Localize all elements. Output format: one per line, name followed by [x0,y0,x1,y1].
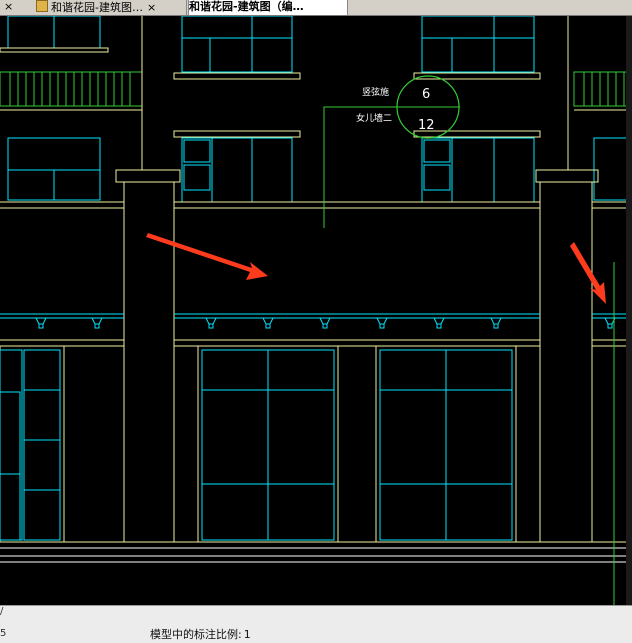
status-bar [0,605,632,643]
close-icon[interactable]: × [4,0,13,13]
balcony-railing-left [0,71,143,107]
document-tab-bar: × 和谐花园-建筑图… × 和谐花园-建筑图（编… [0,0,632,16]
tab-label: 和谐花园-建筑图（编… [189,0,304,13]
storefront-window-1 [197,345,339,543]
annotation-label-top: 竖弦施 [362,86,389,98]
storefront-left [0,345,65,543]
annotation-scale[interactable]: 模型中的标注比例: 1 [150,626,253,642]
drawing-canvas[interactable]: 6 12 竖弦施 女儿墙二 [0,16,632,605]
annotation-scale-label: 模型中的标注比例: [150,628,242,641]
vertical-scrollbar[interactable] [626,16,632,605]
balcony-railing-right [573,71,632,107]
window-sill [173,72,301,80]
column-right [539,182,593,542]
storefront-window-2 [375,345,517,543]
drawing-file-icon [36,0,48,12]
window-mid-left [7,137,101,201]
cornice-band [0,313,632,347]
cornice-brackets [35,317,616,329]
window-upper-right [421,16,535,73]
tab-label: 和谐花园-建筑图… [51,1,143,14]
window-mid-right-center [421,137,535,203]
ground-base [0,541,632,563]
section-marker-bottom: 12 [418,118,435,133]
red-arrow-icon [570,242,606,304]
column-cap-left [115,169,181,183]
tab-drawing-2-active[interactable]: 和谐花园-建筑图（编… [188,0,348,15]
red-arrow-icon [146,233,268,280]
window-upper-center [181,16,293,73]
status-left-text: 5 [0,628,7,639]
tab-previous[interactable]: × [0,0,28,15]
section-marker-top: 6 [422,87,430,102]
annotation-label-bottom: 女儿墙二 [356,112,392,124]
column-cap-right [535,169,599,183]
annotation-scale-value: 1 [243,628,251,641]
close-icon[interactable]: × [147,1,156,14]
tab-drawing-1[interactable]: 和谐花园-建筑图… × [30,0,187,15]
command-line[interactable]: / [0,606,3,617]
window-sill [0,47,109,53]
window-mid-center [181,137,293,203]
window-upper-left [7,16,101,49]
